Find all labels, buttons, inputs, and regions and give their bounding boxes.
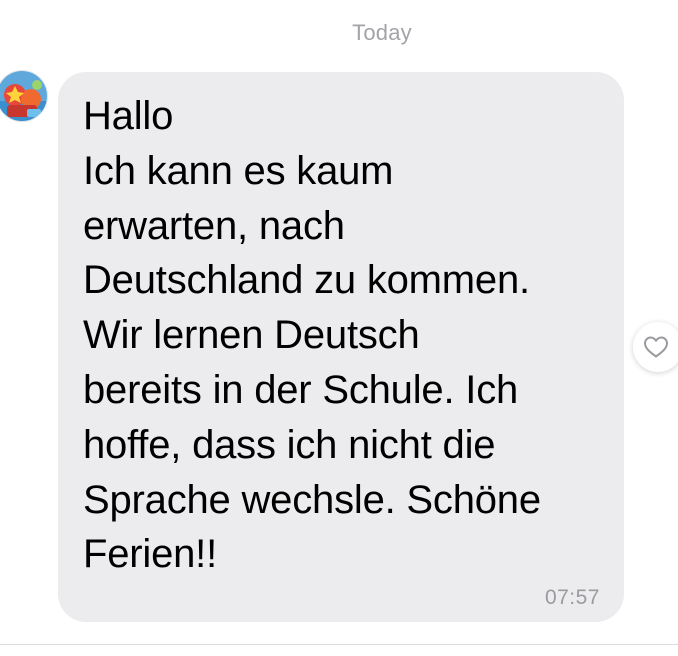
date-divider: Today bbox=[352, 20, 412, 45]
avatar-image bbox=[0, 71, 47, 121]
message-bubble[interactable]: Hallo Ich kann es kaum erwarten, nach De… bbox=[58, 72, 624, 622]
chat-screen: Today Hallo Ich kann es kaum erwarten, n… bbox=[0, 0, 678, 656]
message-text: Hallo Ich kann es kaum erwarten, nach De… bbox=[83, 94, 541, 577]
like-button[interactable] bbox=[633, 322, 678, 372]
avatar-icon[interactable] bbox=[0, 70, 48, 122]
message-timestamp: 07:57 bbox=[544, 586, 600, 609]
heart-outline-icon bbox=[644, 336, 668, 358]
bottom-divider bbox=[0, 644, 678, 645]
